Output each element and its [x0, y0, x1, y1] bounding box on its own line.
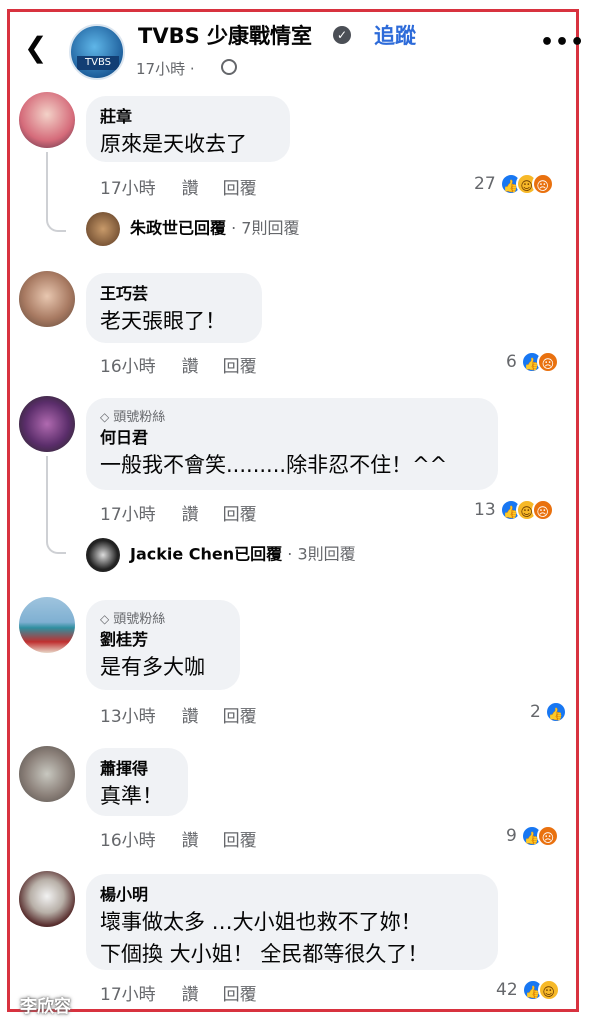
avatar[interactable] — [19, 597, 75, 653]
meta-dot: · — [189, 60, 195, 78]
watermark-text: 李欣容 — [20, 997, 71, 1017]
reply-avatar — [86, 538, 120, 572]
comment-time: 17小時 — [100, 179, 156, 199]
replies-link[interactable]: 朱政世已回覆 · 7則回覆 — [86, 212, 299, 246]
post-time-text: 17小時 — [136, 60, 186, 78]
avatar[interactable] — [19, 871, 75, 927]
avatar[interactable] — [19, 746, 75, 802]
verified-badge-icon: ✓ — [333, 26, 351, 44]
comment-actions: 17小時 讚 回覆 — [100, 174, 281, 199]
comment-bubble: ◇ 頭號粉絲 何日君 一般我不會笑.........除非忍不住！^^ — [86, 398, 498, 490]
top-fan-label: 頭號粉絲 — [113, 612, 166, 627]
comment-bubble: ◇ 頭號粉絲 劉桂芳 是有多大咖 — [86, 600, 240, 690]
thread-connector — [46, 152, 66, 232]
reaction-count: 27 — [474, 174, 496, 194]
comment-time: 13小時 — [100, 707, 156, 727]
comment-actions: 17小時 讚 回覆 — [100, 500, 281, 525]
comment-time: 16小時 — [100, 357, 156, 377]
comment-time: 17小時 — [100, 505, 156, 525]
comment-actions: 17小時 讚 回覆 — [100, 980, 281, 1005]
post-time: 17小時 · — [136, 58, 195, 79]
comment-bubble: 楊小明 壞事做太多 …大小姐也救不了妳！ 下個換 大小姐！ 全民都等很久了！ — [86, 874, 498, 970]
reaction-summary[interactable]: 13 👍 ☺ ☹ — [474, 498, 554, 522]
like-button[interactable]: 讚 — [182, 179, 199, 199]
reply-action: 已回覆 — [234, 544, 283, 564]
reply-button[interactable]: 回覆 — [223, 831, 257, 851]
comment-actions: 16小時 讚 回覆 — [100, 826, 281, 851]
reaction-count: 13 — [474, 500, 496, 520]
comment-text: 真準！ — [100, 784, 163, 808]
reaction-summary[interactable]: 9 👍 ☹ — [506, 824, 559, 848]
reply-author: 朱政世 — [130, 218, 179, 238]
comment-actions: 13小時 讚 回覆 — [100, 702, 281, 727]
comment-author[interactable]: 莊章 — [100, 106, 276, 128]
globe-icon — [221, 59, 237, 75]
reaction-summary[interactable]: 27 👍 ☺ ☹ — [474, 172, 554, 196]
angry-reaction-icon: ☹ — [536, 351, 559, 373]
reply-button[interactable]: 回覆 — [223, 505, 257, 525]
haha-reaction-icon: ☺ — [537, 979, 560, 1001]
like-button[interactable]: 讚 — [182, 357, 199, 377]
angry-reaction-icon: ☹ — [531, 499, 554, 521]
reply-count: 7則回覆 — [241, 218, 300, 238]
like-button[interactable]: 讚 — [182, 505, 199, 525]
page-avatar[interactable]: TVBS — [69, 24, 125, 80]
comment-author[interactable]: 劉桂芳 — [100, 629, 226, 651]
reply-count: 3則回覆 — [297, 544, 356, 564]
comment-actions: 16小時 讚 回覆 — [100, 352, 281, 377]
comment-time: 16小時 — [100, 831, 156, 851]
reaction-count: 2 — [530, 702, 541, 722]
comment-text-line2: 下個換 大小姐！ 全民都等很久了！ — [100, 942, 429, 966]
avatar[interactable] — [19, 396, 75, 452]
reaction-count: 42 — [496, 980, 518, 1000]
avatar[interactable] — [19, 92, 75, 148]
comment-author[interactable]: 王巧芸 — [100, 283, 248, 305]
comment-time: 17小時 — [100, 985, 156, 1005]
diamond-icon: ◇ — [100, 612, 110, 626]
reply-button[interactable]: 回覆 — [223, 985, 257, 1005]
replies-link[interactable]: Jackie Chen已回覆 · 3則回覆 — [86, 538, 356, 572]
back-arrow-icon[interactable]: ❮ — [24, 34, 47, 62]
comment-author[interactable]: 何日君 — [100, 427, 484, 449]
comment-text: 一般我不會笑.........除非忍不住！^^ — [100, 453, 448, 477]
top-fan-label: 頭號粉絲 — [113, 410, 166, 425]
page-logo-tag: TVBS — [77, 56, 119, 70]
reply-button[interactable]: 回覆 — [223, 179, 257, 199]
thread-connector — [46, 456, 66, 554]
comment-bubble: 蕭揮得 真準！ — [86, 748, 188, 816]
reply-button[interactable]: 回覆 — [223, 707, 257, 727]
reaction-summary[interactable]: 2 👍 — [530, 700, 567, 724]
comment-text: 老天張眼了！ — [100, 309, 226, 333]
like-button[interactable]: 讚 — [182, 831, 199, 851]
reaction-summary[interactable]: 42 👍 ☺ — [496, 978, 560, 1002]
comment-bubble: 莊章 原來是天收去了 — [86, 96, 290, 162]
avatar[interactable] — [19, 271, 75, 327]
comment-author[interactable]: 蕭揮得 — [100, 758, 174, 780]
reaction-count: 9 — [506, 826, 517, 846]
reply-author: Jackie Chen — [130, 544, 235, 564]
diamond-icon: ◇ — [100, 410, 110, 424]
like-button[interactable]: 讚 — [182, 985, 199, 1005]
page-name[interactable]: TVBS 少康戰情室 — [138, 20, 312, 50]
comment-text: 原來是天收去了 — [100, 132, 247, 156]
like-button[interactable]: 讚 — [182, 707, 199, 727]
more-options-icon[interactable]: ••• — [540, 30, 585, 55]
like-reaction-icon: 👍 — [544, 701, 567, 723]
reaction-summary[interactable]: 6 👍 ☹ — [506, 350, 559, 374]
reply-separator: · — [226, 218, 242, 238]
reply-button[interactable]: 回覆 — [223, 357, 257, 377]
top-fan-badge: ◇ 頭號粉絲 — [100, 408, 484, 427]
top-fan-badge: ◇ 頭號粉絲 — [100, 610, 226, 629]
reaction-count: 6 — [506, 352, 517, 372]
comment-text: 壞事做太多 …大小姐也救不了妳！ — [100, 910, 422, 934]
follow-button[interactable]: 追蹤 — [374, 20, 416, 50]
angry-reaction-icon: ☹ — [536, 825, 559, 847]
angry-reaction-icon: ☹ — [531, 173, 554, 195]
reply-separator: · — [282, 544, 298, 564]
reply-avatar — [86, 212, 120, 246]
comment-bubble: 王巧芸 老天張眼了！ — [86, 273, 262, 343]
reply-action: 已回覆 — [178, 218, 227, 238]
comment-author[interactable]: 楊小明 — [100, 884, 484, 906]
comment-text: 是有多大咖 — [100, 655, 205, 679]
